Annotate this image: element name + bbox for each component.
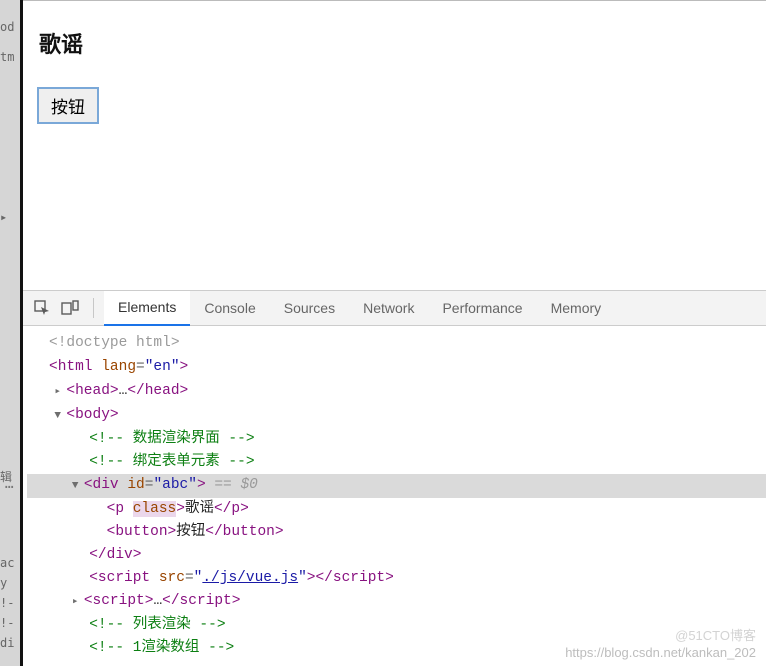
rendered-page: 歌谣 按钮: [23, 0, 766, 290]
watermark-line-1: @51CTO博客: [675, 625, 756, 644]
gutter-fragment: y: [0, 576, 7, 590]
dom-doctype[interactable]: <!doctype html>: [27, 332, 766, 356]
dom-comment-1[interactable]: <!-- 数据渲染界面 -->: [27, 428, 766, 451]
gutter-fragment: od: [0, 20, 14, 34]
dom-div-close[interactable]: </div>: [27, 544, 766, 567]
dom-p-element[interactable]: <p class>歌谣</p>: [27, 498, 766, 521]
devtools-tabbar: Elements Console Sources Network Perform…: [23, 291, 766, 326]
gutter-fragment: !-: [0, 616, 14, 630]
device-toggle-icon[interactable]: [59, 297, 81, 319]
dom-selected-div[interactable]: … ▼<div id="abc"> == $0: [27, 474, 766, 498]
dom-button-element[interactable]: <button>按钮</button>: [27, 521, 766, 544]
page-heading: 歌谣: [39, 27, 750, 59]
gutter-fragment: !-: [0, 596, 14, 610]
page-button[interactable]: 按钮: [37, 87, 99, 124]
elements-dom-tree[interactable]: <!doctype html> <html lang="en"> ▸<head>…: [23, 326, 766, 666]
tab-network[interactable]: Network: [349, 291, 428, 326]
gutter-fragment: ac: [0, 556, 14, 570]
gutter-fragment: tm: [0, 50, 14, 64]
dom-head[interactable]: ▸<head>…</head>: [27, 380, 766, 404]
dom-script-2[interactable]: ▸<script>…</script>: [27, 590, 766, 614]
dom-comment-2[interactable]: <!-- 绑定表单元素 -->: [27, 451, 766, 474]
editor-gutter: od tm ▸ 辑 ac y !- !- di: [0, 0, 20, 666]
tab-memory[interactable]: Memory: [537, 291, 616, 326]
dom-script-src[interactable]: <script src="./js/vue.js"></script>: [27, 567, 766, 590]
gutter-fragment: di: [0, 636, 14, 650]
dom-body-open[interactable]: ▼<body>: [27, 404, 766, 428]
main-area: 歌谣 按钮 Elements Console Sources Network P…: [20, 0, 766, 666]
tab-sources[interactable]: Sources: [270, 291, 349, 326]
watermark-line-2: https://blog.csdn.net/kankan_202: [565, 645, 756, 660]
tab-elements[interactable]: Elements: [104, 291, 190, 326]
breakpoint-dots-icon[interactable]: …: [5, 474, 13, 497]
devtools-panel: Elements Console Sources Network Perform…: [23, 290, 766, 666]
tab-divider: [93, 298, 94, 318]
dom-comment-3[interactable]: <!-- 列表渲染 -->: [27, 614, 766, 637]
inspect-icon[interactable]: [31, 297, 53, 319]
gutter-fragment: ▸: [0, 210, 7, 224]
dom-html-open[interactable]: <html lang="en">: [27, 356, 766, 380]
tab-console[interactable]: Console: [190, 291, 269, 326]
tab-performance[interactable]: Performance: [428, 291, 536, 326]
